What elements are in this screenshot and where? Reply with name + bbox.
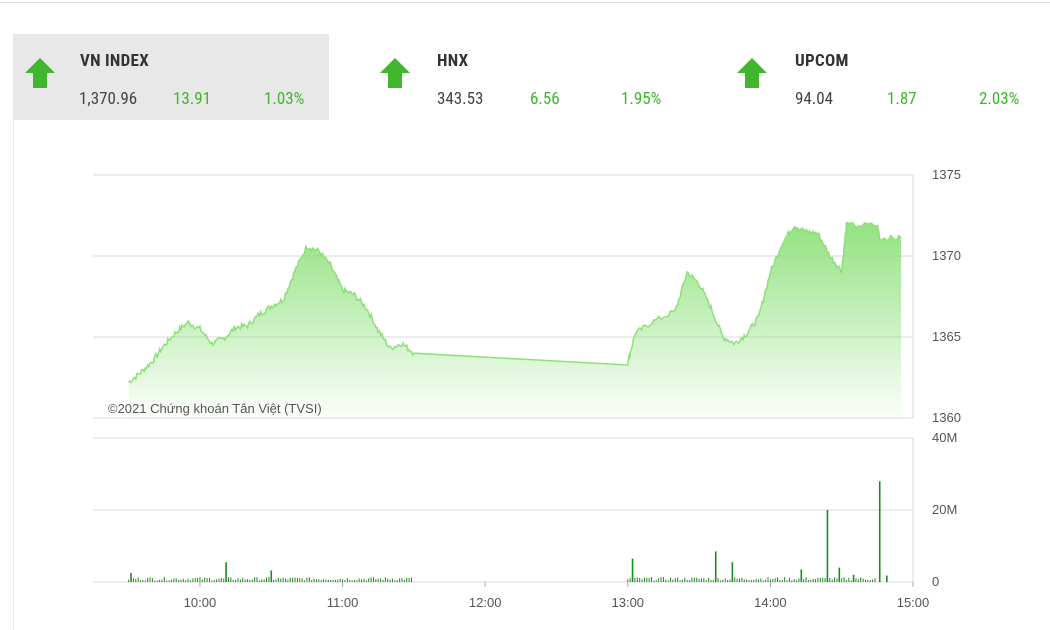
x-tick-label: 14:00 — [754, 595, 787, 610]
price-tick-label: 1375 — [932, 167, 961, 182]
x-tick-label: 13:00 — [612, 595, 645, 610]
price-area — [128, 222, 902, 418]
price-tick-label: 1370 — [932, 248, 961, 263]
volume-tick-label: 0 — [932, 574, 939, 589]
volume-tick-label: 40M — [932, 430, 957, 445]
market-chart: 1375 1370 1365 1360 ©2021 Chứng khoán Tân V… — [93, 167, 961, 610]
volume-tick-label: 20M — [932, 502, 957, 517]
copyright-label: ©2021 Chứng khoán Tân Việt (TVSI) — [108, 401, 322, 416]
price-tick-label: 1365 — [932, 329, 961, 344]
x-tick-label: 12:00 — [469, 595, 502, 610]
x-tick-label: 11:00 — [327, 595, 359, 610]
x-tick-label: 15:00 — [897, 595, 930, 610]
x-tick-label: 10:00 — [184, 595, 217, 610]
price-tick-label: 1360 — [932, 410, 961, 425]
